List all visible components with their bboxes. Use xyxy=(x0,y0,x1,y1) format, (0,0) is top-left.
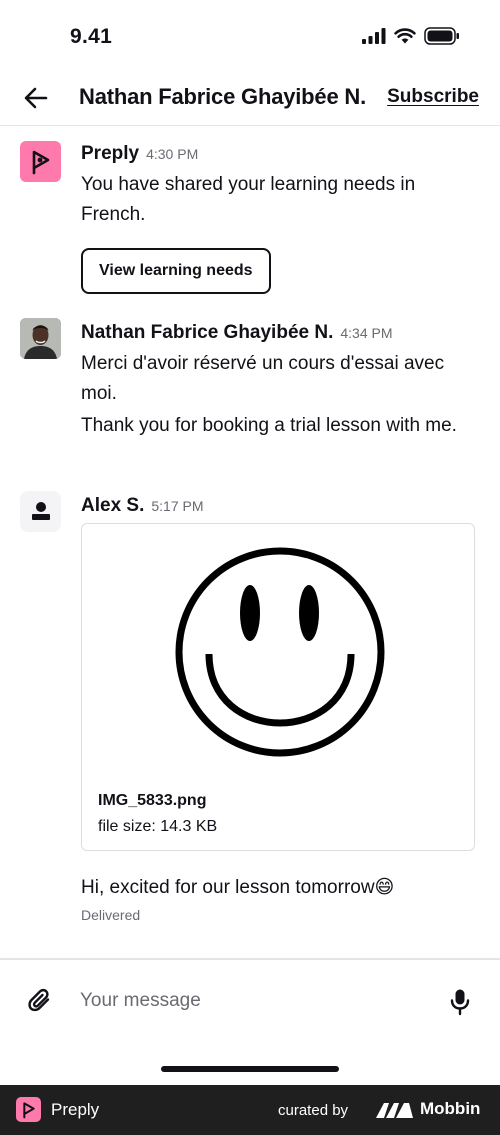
home-indicator xyxy=(161,1066,339,1072)
user-icon xyxy=(31,501,50,520)
battery-icon xyxy=(424,27,459,45)
subscribe-button[interactable]: Subscribe xyxy=(387,86,479,108)
tutor-photo xyxy=(20,318,61,359)
status-icons xyxy=(362,27,460,45)
message-composer xyxy=(0,958,500,1042)
signal-icon xyxy=(362,28,386,44)
student-avatar xyxy=(20,491,61,532)
attachment-filesize: file size: 14.3 KB xyxy=(98,818,218,835)
microphone-icon[interactable] xyxy=(450,988,470,1016)
attachment-filename: IMG_5833.png xyxy=(98,792,207,809)
view-learning-needs-button[interactable]: View learning needs xyxy=(81,248,271,294)
wifi-icon xyxy=(394,28,416,44)
curated-by-label: curated by xyxy=(278,1102,349,1119)
message-time: 4:34 PM xyxy=(340,325,393,341)
preply-logo-icon xyxy=(32,150,49,174)
smiley-face-image xyxy=(175,547,385,757)
message-time: 5:17 PM xyxy=(151,498,204,514)
mobbin-footer: Preply curated by Mobbin xyxy=(0,1085,500,1135)
status-bar: 9.41 xyxy=(0,0,500,72)
chat-title: Nathan Fabrice Ghayibée N. xyxy=(79,84,366,109)
sender-name: Nathan Fabrice Ghayibée N. xyxy=(81,322,334,343)
image-attachment[interactable]: IMG_5833.png file size: 14.3 KB xyxy=(81,523,475,851)
message-time: 4:30 PM xyxy=(146,146,199,162)
chat-header: Nathan Fabrice Ghayibée N. Subscribe xyxy=(0,72,500,126)
message-input[interactable] xyxy=(80,984,420,1018)
message-text: Hi, excited for our lesson tomorrow😄 xyxy=(81,877,395,898)
mobbin-logo-icon xyxy=(376,1103,413,1118)
tutor-avatar xyxy=(20,318,61,359)
message-text: You have shared your learning needs in F… xyxy=(81,174,416,225)
message-text-english: Thank you for booking a trial lesson wit… xyxy=(81,415,457,436)
sender-name: Alex S. xyxy=(81,495,145,516)
mobbin-wordmark: Mobbin xyxy=(420,1099,481,1118)
sender-name: Preply xyxy=(81,143,140,164)
preply-avatar xyxy=(20,141,61,182)
preply-mark xyxy=(22,1101,35,1118)
back-arrow-icon[interactable] xyxy=(22,84,50,112)
paperclip-icon[interactable] xyxy=(27,988,53,1014)
delivery-status: Delivered xyxy=(81,907,141,923)
status-time: 9.41 xyxy=(70,25,113,48)
footer-brand: Preply xyxy=(51,1100,100,1119)
preply-logo-icon xyxy=(16,1097,41,1122)
message-text-french: Merci d'avoir réservé un cours d'essai a… xyxy=(81,353,445,404)
